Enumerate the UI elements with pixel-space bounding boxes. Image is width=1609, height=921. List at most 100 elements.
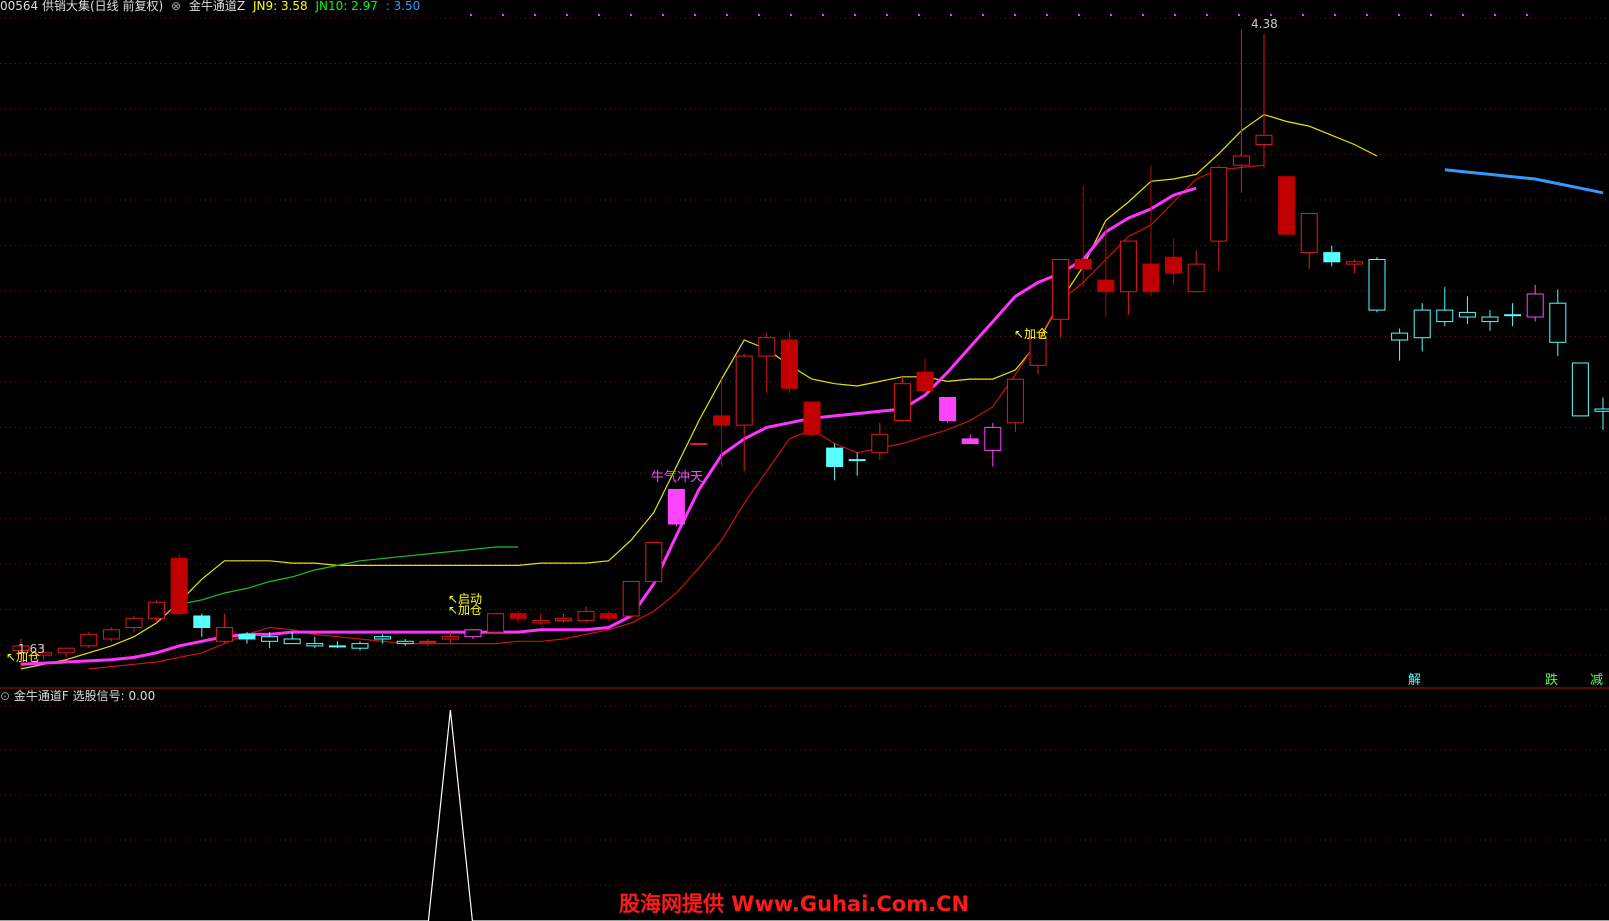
candle-body — [193, 615, 211, 628]
candle-body — [577, 610, 595, 622]
candle-body — [328, 645, 346, 648]
signal-dot — [790, 14, 792, 16]
jn9-value: JN9: 3.58 — [252, 0, 308, 13]
candle-body — [306, 643, 324, 647]
signal-dot — [1174, 14, 1176, 16]
signal-dot — [1014, 14, 1016, 16]
candle-body — [509, 613, 527, 619]
signal-dot — [1526, 14, 1528, 16]
candle-body — [961, 438, 979, 444]
signal-dot — [1142, 14, 1144, 16]
candle-body — [1345, 261, 1363, 265]
candle-body — [283, 638, 301, 645]
candle-body — [1006, 378, 1024, 424]
signal-dot — [950, 14, 952, 16]
add-position-label: ↖加仓 — [6, 650, 40, 664]
candle-body — [916, 371, 934, 392]
candle-body — [1526, 293, 1544, 318]
ma-value: : 3.50 — [385, 0, 421, 13]
candle-body — [554, 617, 572, 622]
candle-body — [102, 629, 120, 640]
signal-dot — [534, 14, 536, 16]
candle-body — [1052, 259, 1070, 320]
candle-body — [1481, 316, 1499, 323]
candle-body — [238, 633, 256, 640]
candle-body — [396, 640, 414, 645]
indicator-dropdown-icon[interactable]: ⊗ — [171, 0, 181, 13]
signal-dot — [1078, 14, 1080, 16]
high-price-label: 4.38 — [1251, 17, 1278, 31]
signal-dot — [1206, 14, 1208, 16]
sub-chart-header: ⊙ 金牛通道F 选股信号: 0.00 — [0, 690, 155, 703]
trend-magenta-line — [20, 186, 1197, 666]
bottom-signal-label: 跌 — [1545, 672, 1558, 688]
candle-body — [1413, 309, 1431, 339]
candle-body — [80, 633, 98, 647]
sub-indicator-name[interactable]: 金牛通道F — [14, 689, 69, 703]
candle-body — [419, 640, 437, 643]
signal-dot — [1046, 14, 1048, 16]
signal-dot — [854, 14, 856, 16]
candle-body — [1187, 263, 1205, 293]
jn10-value: JN10: 2.97 — [315, 0, 378, 13]
signal-dot — [566, 14, 568, 16]
bottom-signal-label: 减 — [1590, 673, 1603, 688]
candle-body — [215, 627, 233, 642]
signal-dot — [1238, 14, 1240, 16]
candle-body — [1029, 337, 1047, 366]
candle-body — [645, 541, 663, 583]
candle-body — [374, 636, 392, 640]
candle-body — [1210, 167, 1228, 242]
ma-blue-line — [1444, 168, 1604, 195]
signal-dot — [662, 14, 664, 16]
signal-value: 选股信号: 0.00 — [72, 689, 156, 703]
candle-body — [1255, 134, 1273, 146]
signal-dot — [1110, 14, 1112, 16]
candle-body — [1368, 259, 1386, 311]
candle-body — [735, 355, 753, 426]
signal-dot — [694, 14, 696, 16]
bull-signal-label: 牛气冲天 — [651, 469, 703, 485]
candle-body — [261, 636, 279, 642]
candle-body — [1300, 213, 1318, 254]
signal-dot — [598, 14, 600, 16]
channel-red-line — [88, 164, 1265, 670]
price-chart: 4.381.63↖加仓↖加仓↖启动↖加仓牛气冲天解跌减 — [0, 14, 1609, 921]
bottom-signal-label: 解 — [1408, 673, 1421, 688]
signal-dot — [1270, 14, 1272, 16]
candle-body — [713, 415, 731, 426]
indicator-name[interactable]: 金牛通道Z — [189, 0, 245, 13]
candle-body — [984, 426, 1002, 451]
signal-dot — [758, 14, 760, 16]
candle-body — [441, 636, 459, 640]
candle-body — [939, 397, 957, 421]
candle-body — [1074, 259, 1092, 270]
signal-dot — [886, 14, 888, 16]
candle-body — [1594, 408, 1609, 412]
candle-body — [871, 433, 889, 454]
candle-body — [1436, 309, 1454, 323]
candle-body — [1391, 332, 1409, 341]
watermark: 股海网提供 Www.Guhai.Com.CN — [619, 892, 970, 916]
candle-body — [1458, 311, 1476, 318]
launch-label: ↖启动 — [448, 592, 482, 606]
add-position-label: ↖加仓 — [1014, 327, 1048, 341]
candle-body — [893, 383, 911, 422]
candle-body — [1097, 279, 1115, 293]
sub-indicator-icon[interactable]: ⊙ — [0, 689, 10, 703]
signal-dot — [822, 14, 824, 16]
candle-body — [848, 459, 866, 462]
signal-dot — [470, 14, 472, 16]
candle-body — [826, 447, 844, 468]
security-name: 00564 供销大集(日线 前复权) — [0, 0, 164, 13]
candle-body — [464, 629, 482, 638]
candle-body — [487, 613, 505, 633]
signal-dot — [1430, 14, 1432, 16]
candle-body — [758, 337, 776, 357]
candle-body — [1504, 314, 1522, 317]
signal-dot — [502, 14, 504, 16]
signal-dot — [1494, 14, 1496, 16]
candle-body — [532, 620, 550, 624]
candle-body — [170, 558, 188, 615]
candle-body — [1323, 252, 1341, 263]
